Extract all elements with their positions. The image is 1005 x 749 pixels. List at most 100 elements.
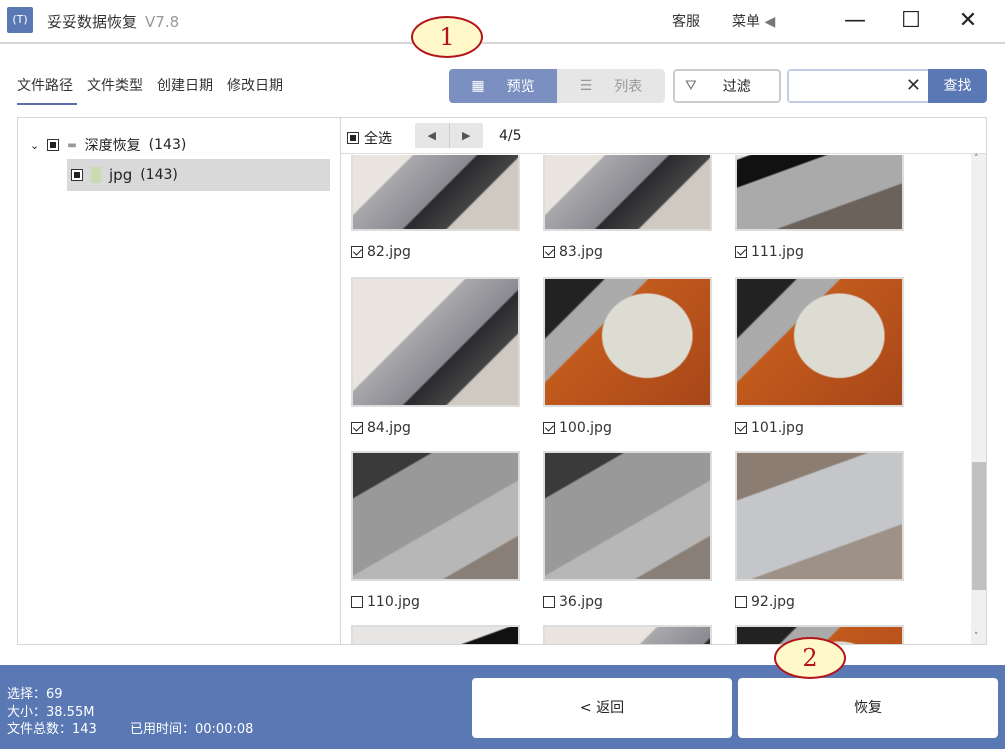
file-checkbox[interactable] [543, 246, 555, 258]
footer-bar: 选择：69 大小：38.55M 文件总数：143 已用时间：00:00:08 <… [0, 665, 1005, 749]
file-item[interactable]: 100.jpg [543, 420, 612, 436]
file-name: 100.jpg [559, 420, 612, 436]
clear-icon[interactable]: ✕ [906, 75, 921, 96]
file-item[interactable]: 110.jpg [351, 594, 420, 610]
app-logo: (T) [7, 7, 33, 33]
next-page-button[interactable]: ▶ [450, 123, 484, 148]
thumbnail-image[interactable] [351, 451, 520, 581]
triangle-left-icon: ◀ [764, 14, 776, 30]
file-checkbox[interactable] [735, 422, 747, 434]
file-checkbox[interactable] [735, 596, 747, 608]
pager: ◀ ▶ [415, 123, 483, 148]
file-item[interactable]: 82.jpg [351, 244, 411, 260]
thumbnail-image[interactable] [543, 155, 712, 231]
tab-file-path[interactable]: 文件路径 [17, 75, 73, 95]
filter-icon: ⛛ [685, 78, 697, 94]
select-all-label: 全选 [364, 131, 392, 147]
thumbnail-image[interactable] [351, 155, 520, 231]
tree-item-deep-recovery[interactable]: ⌄ ▬ 深度恢复 (143) [30, 135, 186, 155]
close-button[interactable]: ✕ [951, 6, 985, 36]
filter-button[interactable]: ⛛ 过滤 [673, 69, 781, 103]
file-checkbox[interactable] [351, 422, 363, 434]
file-name: 110.jpg [367, 594, 420, 610]
tree-checkbox[interactable] [71, 169, 83, 181]
tree-label: 深度恢复 [84, 138, 141, 154]
file-name: 82.jpg [367, 244, 411, 260]
vertical-scrollbar[interactable]: ˄ ˅ [971, 154, 986, 644]
folder-tree: ⌄ ▬ 深度恢复 (143) jpg (143) [17, 117, 341, 645]
file-icon [91, 167, 101, 183]
file-name: 36.jpg [559, 594, 603, 610]
tab-modified-date[interactable]: 修改日期 [227, 75, 283, 95]
scroll-up-icon[interactable]: ˄ [974, 154, 979, 164]
selected-count: 选择：69 [7, 687, 63, 702]
thumbnail-image[interactable] [543, 625, 712, 644]
file-item[interactable]: 111.jpg [735, 244, 804, 260]
scroll-down-icon[interactable]: ˅ [974, 632, 979, 642]
preview-view-button[interactable]: ▦ 预览 [449, 69, 557, 103]
tab-file-type[interactable]: 文件类型 [87, 75, 143, 95]
find-button[interactable]: 查找 [928, 69, 987, 103]
app-title: 妥妥数据恢复 V7.8 [47, 11, 179, 32]
file-item[interactable]: 84.jpg [351, 420, 411, 436]
scrollbar-thumb[interactable] [972, 462, 986, 590]
preview-label: 预览 [506, 79, 535, 95]
file-item[interactable]: 101.jpg [735, 420, 804, 436]
file-checkbox[interactable] [351, 246, 363, 258]
thumbnail-grid: 82.jpg 83.jpg 111.jpg 84.jpg 100.jpg 101.jpg 1… [341, 155, 971, 644]
select-all[interactable]: 全选 [347, 128, 392, 148]
file-name: 84.jpg [367, 420, 411, 436]
menu-label: 菜单 [732, 14, 760, 30]
thumbnail-image[interactable] [351, 625, 520, 644]
back-button[interactable]: < 返回 [472, 678, 732, 738]
file-name: 92.jpg [751, 594, 795, 610]
support-button[interactable]: 客服 [672, 11, 700, 31]
file-item[interactable]: 83.jpg [543, 244, 603, 260]
tree-label: jpg [109, 166, 133, 184]
drive-icon: ▬ [67, 139, 77, 151]
select-all-checkbox[interactable] [347, 132, 359, 144]
chevron-down-icon[interactable]: ⌄ [30, 139, 39, 152]
minimize-button[interactable]: — [838, 6, 872, 36]
file-checkbox[interactable] [351, 596, 363, 608]
search-input[interactable] [789, 71, 899, 101]
file-checkbox[interactable] [735, 246, 747, 258]
active-tab-indicator [17, 103, 77, 105]
maximize-button[interactable]: ☐ [894, 6, 928, 36]
thumbnail-image[interactable] [543, 277, 712, 407]
preview-panel: 全选 ◀ ▶ 4/5 82.jpg 83.jpg 111.jpg 84.jpg 100.j… [340, 117, 987, 645]
title-bar: (T) 妥妥数据恢复 V7.8 客服 菜单 ◀ — ☐ ✕ [0, 0, 1005, 44]
menu-button[interactable]: 菜单 ◀ [732, 11, 775, 31]
preview-toolbar: 全选 ◀ ▶ 4/5 [341, 118, 986, 154]
thumbnail-image[interactable] [543, 451, 712, 581]
file-name: 83.jpg [559, 244, 603, 260]
view-toggle: ▦ 预览 ☰ 列表 [449, 69, 665, 103]
thumbnail-image[interactable] [735, 155, 904, 231]
callout-1: 1 [411, 16, 483, 58]
filter-label: 过滤 [722, 79, 751, 95]
prev-page-button[interactable]: ◀ [415, 123, 450, 148]
tree-checkbox[interactable] [47, 139, 60, 151]
app-version: V7.8 [145, 13, 180, 31]
file-name: 101.jpg [751, 420, 804, 436]
thumbnail-image[interactable] [735, 451, 904, 581]
file-name: 111.jpg [751, 244, 804, 260]
file-item[interactable]: 92.jpg [735, 594, 795, 610]
page-indicator: 4/5 [499, 128, 522, 144]
list-view-button[interactable]: ☰ 列表 [557, 69, 665, 103]
search-box: ✕ [787, 69, 929, 103]
recover-button[interactable]: 恢复 [738, 678, 998, 738]
file-item[interactable]: 36.jpg [543, 594, 603, 610]
list-label: 列表 [614, 79, 643, 95]
tab-created-date[interactable]: 创建日期 [157, 75, 213, 95]
tree-count: (143) [140, 167, 178, 183]
list-icon: ☰ [579, 78, 593, 94]
tree-count: (143) [148, 137, 187, 153]
app-name: 妥妥数据恢复 [47, 13, 138, 31]
total-files: 文件总数：143 [7, 722, 97, 737]
thumbnail-image[interactable] [351, 277, 520, 407]
thumbnail-image[interactable] [735, 277, 904, 407]
tree-item-jpg[interactable]: jpg (143) [67, 159, 330, 191]
file-checkbox[interactable] [543, 596, 555, 608]
file-checkbox[interactable] [543, 422, 555, 434]
